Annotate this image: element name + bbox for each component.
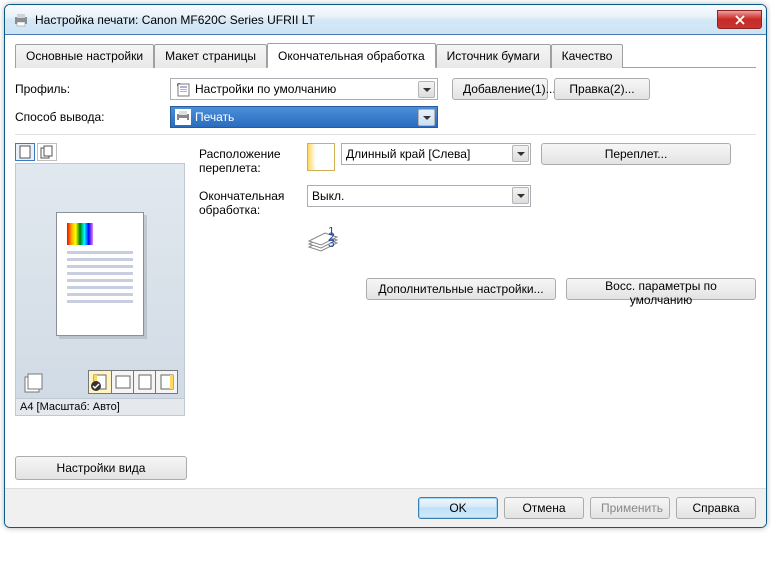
finishing-select[interactable]: Выкл. — [307, 185, 531, 207]
page-thumbnail — [56, 212, 144, 336]
output-row: Способ вывода: Печать — [15, 106, 756, 128]
preview-mode-single-icon[interactable] — [15, 143, 35, 161]
output-value: Печать — [195, 110, 234, 124]
finishing-row: Окончательная обработка: Выкл. — [199, 185, 756, 217]
help-button[interactable]: Справка — [676, 497, 756, 519]
binding-row: Расположение переплета: Длинный край [Сл… — [199, 143, 756, 175]
orientation-landscape-icon[interactable] — [111, 371, 133, 393]
svg-text:3: 3 — [328, 236, 335, 250]
profile-value: Настройки по умолчанию — [195, 82, 336, 96]
ok-button[interactable]: OK — [418, 497, 498, 519]
tab-paper-source[interactable]: Источник бумаги — [436, 44, 551, 68]
profile-default-icon — [175, 81, 191, 97]
orientation-portrait-right-icon[interactable] — [155, 371, 177, 393]
profile-select[interactable]: Настройки по умолчанию — [170, 78, 438, 100]
restore-defaults-button[interactable]: Восс. параметры по умолчанию — [566, 278, 756, 300]
separator — [15, 134, 756, 135]
dialog-button-bar: OK Отмена Применить Справка — [5, 488, 766, 527]
finishing-value: Выкл. — [312, 189, 344, 203]
tab-basic[interactable]: Основные настройки — [15, 44, 154, 68]
chevron-down-icon[interactable] — [418, 109, 435, 126]
tab-page-layout[interactable]: Макет страницы — [154, 44, 267, 68]
preview-area — [15, 163, 185, 399]
print-settings-dialog: Настройка печати: Canon MF620C Series UF… — [4, 4, 767, 528]
binding-value: Длинный край [Слева] — [346, 147, 470, 161]
book-icon — [307, 143, 335, 171]
binding-label: Расположение переплета: — [199, 143, 307, 175]
binding-select[interactable]: Длинный край [Слева] — [341, 143, 531, 165]
titlebar[interactable]: Настройка печати: Canon MF620C Series UF… — [5, 5, 766, 35]
close-button[interactable] — [717, 10, 762, 29]
printer-small-icon — [175, 109, 191, 125]
preview-panel: A4 [Масштаб: Авто] Настройки вида — [15, 143, 185, 480]
chevron-down-icon[interactable] — [512, 187, 529, 204]
advanced-settings-button[interactable]: Дополнительные настройки... — [366, 278, 556, 300]
thumbnail-color-block — [67, 223, 93, 245]
pages-stack-icon — [22, 370, 46, 394]
dialog-content: Основные настройки Макет страницы Оконча… — [5, 35, 766, 488]
apply-button[interactable]: Применить — [590, 497, 670, 519]
printer-icon — [13, 12, 29, 28]
preview-toolbar — [15, 143, 185, 161]
settings-panel: Расположение переплета: Длинный край [Сл… — [199, 143, 756, 480]
finishing-orientation-icons — [88, 370, 178, 394]
paper-stack-icon: 1 2 3 — [307, 227, 339, 255]
window-title: Настройка печати: Canon MF620C Series UF… — [35, 13, 717, 27]
edit-profile-button[interactable]: Правка(2)... — [554, 78, 650, 100]
tab-quality[interactable]: Качество — [551, 44, 624, 68]
view-settings-button[interactable]: Настройки вида — [15, 456, 187, 480]
settings-footer: Дополнительные настройки... Восс. параме… — [199, 278, 756, 300]
add-profile-button[interactable]: Добавление(1)... — [452, 78, 548, 100]
preview-caption: A4 [Масштаб: Авто] — [15, 399, 185, 416]
finishing-label: Окончательная обработка: — [199, 185, 307, 217]
profile-label: Профиль: — [15, 82, 170, 96]
cancel-button[interactable]: Отмена — [504, 497, 584, 519]
tab-bar: Основные настройки Макет страницы Оконча… — [15, 43, 756, 68]
output-label: Способ вывода: — [15, 110, 170, 124]
close-icon — [735, 15, 745, 25]
chevron-down-icon[interactable] — [418, 81, 435, 98]
orientation-portrait-icon[interactable] — [133, 371, 155, 393]
profile-row: Профиль: Настройки по умолчанию Добавлен… — [15, 78, 756, 100]
tab-finishing[interactable]: Окончательная обработка — [267, 43, 436, 68]
orientation-portrait-left-icon[interactable] — [89, 371, 111, 393]
output-select[interactable]: Печать — [170, 106, 438, 128]
binding-button[interactable]: Переплет... — [541, 143, 731, 165]
chevron-down-icon[interactable] — [512, 145, 529, 162]
preview-mode-multi-icon[interactable] — [37, 143, 57, 161]
